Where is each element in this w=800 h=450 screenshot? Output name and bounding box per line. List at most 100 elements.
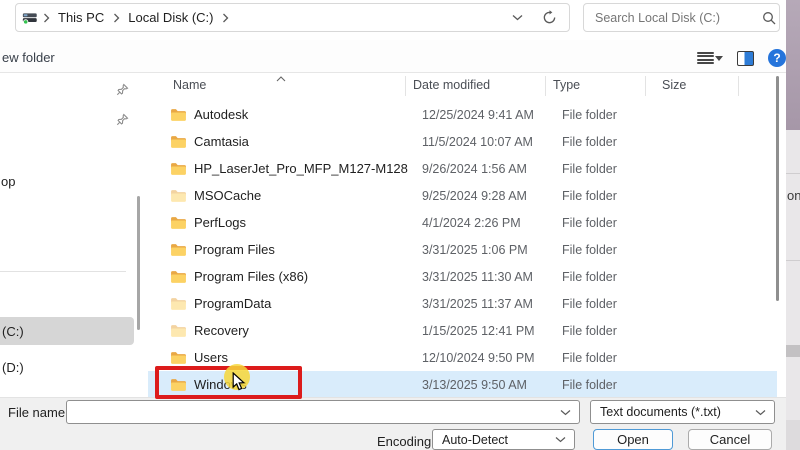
column-header-type[interactable]: Type (553, 78, 580, 92)
date-modified-cell: 11/5/2024 10:07 AM (422, 135, 562, 149)
type-cell: File folder (562, 162, 671, 176)
encoding-select[interactable]: Auto-Detect (432, 429, 575, 450)
file-name-cell: ProgramData (194, 296, 422, 311)
breadcrumb-local-disk-c[interactable]: Local Disk (C:) (124, 10, 217, 25)
breadcrumb-this-pc[interactable]: This PC (54, 10, 108, 25)
chevron-down-icon (755, 409, 774, 416)
file-name-cell: Recovery (194, 323, 422, 338)
drive-c-label: (C:) (0, 324, 24, 339)
search-input[interactable] (584, 11, 762, 25)
sidebar-item-desktop[interactable]: op (1, 174, 15, 189)
file-row[interactable]: Camtasia 11/5/2024 10:07 AM File folder (148, 128, 777, 155)
address-dropdown-chevron-icon[interactable] (509, 10, 525, 26)
type-cell: File folder (562, 351, 671, 365)
date-modified-cell: 9/26/2024 1:56 AM (422, 162, 562, 176)
encoding-value: Auto-Detect (433, 433, 555, 447)
file-row[interactable]: MSOCache 9/25/2024 9:28 AM File folder (148, 182, 777, 209)
file-name-cell: Autodesk (194, 107, 422, 122)
file-row[interactable]: Program Files 3/31/2025 1:06 PM File fol… (148, 236, 777, 263)
date-modified-cell: 9/25/2024 9:28 AM (422, 189, 562, 203)
file-name-cell: Program Files (194, 242, 422, 257)
chevron-down-icon (715, 56, 723, 61)
address-bar[interactable]: This PC Local Disk (C:) (15, 3, 570, 32)
background-band (786, 345, 800, 357)
column-header-size[interactable]: Size (662, 78, 686, 92)
search-icon[interactable] (762, 11, 786, 25)
file-row[interactable]: HP_LaserJet_Pro_MFP_M127-M128 9/26/2024 … (148, 155, 777, 182)
file-name-cell: Camtasia (194, 134, 422, 149)
chevron-right-icon[interactable] (38, 10, 54, 26)
file-row[interactable]: ProgramData 3/31/2025 11:37 AM File fold… (148, 290, 777, 317)
file-row[interactable]: PerfLogs 4/1/2024 2:26 PM File folder (148, 209, 777, 236)
sidebar-item-drive-d[interactable]: (D:) (0, 353, 134, 381)
file-type-value: Text documents (*.txt) (591, 405, 755, 419)
navigation-sidebar: op (C:) (D:) (0, 74, 134, 397)
file-name-cell: Program Files (x86) (194, 269, 422, 284)
background-titlebar (786, 0, 800, 130)
file-name-cell: MSOCache (194, 188, 422, 203)
folder-icon (170, 297, 187, 311)
help-icon[interactable]: ? (768, 49, 786, 67)
file-name-cell: Users (194, 350, 422, 365)
background-text-fragment: on (787, 188, 800, 203)
mouse-cursor-icon (232, 372, 246, 397)
type-cell: File folder (562, 216, 671, 230)
date-modified-cell: 1/15/2025 12:41 PM (422, 324, 562, 338)
chevron-right-icon[interactable] (217, 10, 233, 26)
folder-icon (170, 270, 187, 284)
drive-d-label: (D:) (0, 360, 24, 375)
file-rows: Autodesk 12/25/2024 9:41 AM File folder … (148, 101, 777, 398)
sort-ascending-icon (276, 69, 286, 87)
date-modified-cell: 12/10/2024 9:50 PM (422, 351, 562, 365)
file-row[interactable]: Autodesk 12/25/2024 9:41 AM File folder (148, 101, 777, 128)
pin-icon (116, 83, 129, 101)
date-modified-cell: 3/31/2025 11:30 AM (422, 270, 562, 284)
column-header-date-modified[interactable]: Date modified (413, 78, 490, 92)
folder-icon (170, 135, 187, 149)
column-separator[interactable] (738, 76, 739, 96)
file-row[interactable]: Recovery 1/15/2025 12:41 PM File folder (148, 317, 777, 344)
file-name-input[interactable] (67, 405, 560, 420)
column-header-name[interactable]: Name (173, 78, 206, 92)
preview-pane-icon[interactable] (737, 51, 754, 66)
type-cell: File folder (562, 108, 671, 122)
folder-icon (170, 216, 187, 230)
file-name-combobox (66, 400, 580, 424)
sidebar-divider (0, 271, 126, 272)
open-button[interactable]: Open (593, 429, 673, 450)
cancel-button[interactable]: Cancel (688, 429, 772, 450)
sidebar-item-drive-c[interactable]: (C:) (0, 317, 134, 345)
background-window-strip: on (786, 0, 800, 450)
file-row[interactable]: Program Files (x86) 3/31/2025 11:30 AM F… (148, 263, 777, 290)
folder-icon (170, 243, 187, 257)
chevron-right-icon[interactable] (108, 10, 124, 26)
type-cell: File folder (562, 243, 671, 257)
open-file-dialog: on This PC Local Disk (C:) (0, 0, 800, 450)
refresh-icon[interactable] (541, 10, 557, 26)
encoding-label: Encoding: (377, 434, 435, 449)
column-separator[interactable] (545, 76, 546, 96)
list-scrollbar[interactable] (776, 76, 779, 301)
chevron-down-icon[interactable] (560, 409, 579, 416)
date-modified-cell: 3/13/2025 9:50 AM (422, 378, 562, 392)
file-type-select[interactable]: Text documents (*.txt) (590, 400, 775, 424)
type-cell: File folder (562, 270, 671, 284)
folder-icon (170, 162, 187, 176)
sidebar-scrollbar[interactable] (137, 196, 140, 330)
background-band (786, 420, 800, 450)
type-cell: File folder (562, 135, 671, 149)
pin-icon (116, 113, 129, 131)
date-modified-cell: 3/31/2025 11:37 AM (422, 297, 562, 311)
new-folder-button[interactable]: ew folder (2, 50, 55, 65)
file-name-cell: PerfLogs (194, 215, 422, 230)
column-separator[interactable] (645, 76, 646, 96)
column-separator[interactable] (405, 76, 406, 96)
file-name-cell: HP_LaserJet_Pro_MFP_M127-M128 (194, 161, 422, 176)
background-divider (786, 260, 800, 261)
folder-icon (170, 324, 187, 338)
view-mode-button[interactable] (697, 52, 723, 65)
folder-icon (170, 189, 187, 203)
chevron-down-icon (555, 436, 574, 443)
list-view-icon (697, 52, 714, 65)
folder-icon (170, 351, 187, 365)
